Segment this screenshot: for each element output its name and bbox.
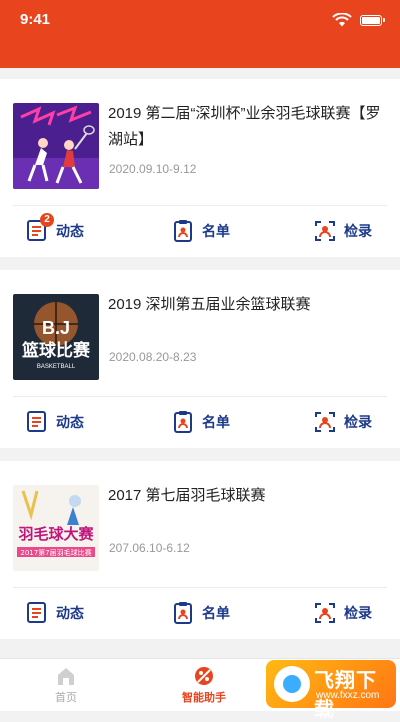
battery-icon	[360, 14, 385, 26]
tab-home-label: 首页	[55, 692, 77, 704]
home-icon	[58, 668, 74, 685]
roster-button[interactable]: 名单	[172, 219, 230, 243]
badminton-poster-icon: 羽毛球大赛 2017第7届羽毛球比赛	[13, 485, 99, 571]
feed-label: 动态	[56, 223, 84, 239]
tab-assistant-label: 智能助手	[182, 692, 226, 704]
checkin-button[interactable]: 检录	[314, 410, 372, 434]
tab-home[interactable]: 首页	[26, 665, 106, 705]
checkin-icon	[315, 603, 335, 623]
roster-label: 名单	[202, 223, 230, 239]
feed-button[interactable]: 动态	[26, 601, 84, 625]
event-card[interactable]: B.J 篮球比赛 BASKETBALL 2019 深圳第五届业余篮球联赛 202…	[0, 270, 400, 448]
roster-button[interactable]: 名单	[172, 410, 230, 434]
status-bar: 9:41	[0, 0, 400, 68]
watermark-url: www.fxxz.com	[316, 690, 380, 701]
checkin-icon	[315, 412, 335, 432]
feed-icon	[27, 602, 46, 623]
feed-button[interactable]: 2 动态	[26, 213, 84, 243]
checkin-label: 检录	[344, 605, 372, 621]
poster-text: 2017第7届羽毛球比赛	[20, 548, 91, 557]
event-actions: 动态 名单 检录	[0, 588, 400, 639]
status-time: 9:41	[20, 11, 51, 28]
roster-label: 名单	[202, 605, 230, 621]
event-card[interactable]: 羽毛球大赛 2017第7届羽毛球比赛 2017 第七届羽毛球联赛 207.06.…	[0, 461, 400, 639]
event-title[interactable]: 2019 深圳第五届业余篮球联赛	[108, 292, 388, 318]
basketball-poster-icon: B.J 篮球比赛 BASKETBALL	[13, 294, 99, 380]
feed-badge: 2	[40, 213, 54, 227]
roster-icon	[174, 602, 192, 624]
event-actions: 动态 名单 检录	[0, 397, 400, 448]
event-card[interactable]: 2019 第二届“深圳杯”业余羽毛球联赛【罗湖站】 2020.09.10-9.1…	[0, 79, 400, 257]
tab-assistant[interactable]: 智能助手	[164, 665, 244, 705]
event-title[interactable]: 2019 第二届“深圳杯”业余羽毛球联赛【罗湖站】	[108, 101, 388, 153]
roster-button[interactable]: 名单	[172, 601, 230, 625]
feed-button[interactable]: 动态	[26, 410, 84, 434]
roster-icon	[174, 411, 192, 433]
roster-icon	[174, 220, 192, 242]
event-date: 207.06.10-6.12	[109, 541, 190, 555]
badminton-poster-icon	[13, 103, 99, 189]
watermark-logo-icon	[274, 666, 310, 702]
feed-label: 动态	[56, 414, 84, 430]
feed-icon	[27, 411, 46, 432]
event-date: 2020.09.10-9.12	[109, 162, 197, 176]
watermark: 飞翔下载 www.fxxz.com	[266, 660, 396, 721]
assistant-icon	[195, 667, 213, 685]
feed-label: 动态	[56, 605, 84, 621]
status-icons	[332, 13, 385, 27]
event-actions: 2 动态 名单 检录	[0, 206, 400, 257]
event-date: 2020.08.20-8.23	[109, 350, 197, 364]
checkin-icon	[315, 221, 335, 241]
poster-text: 篮球比赛	[21, 340, 91, 361]
checkin-label: 检录	[344, 414, 372, 430]
roster-label: 名单	[202, 414, 230, 430]
wifi-icon	[332, 13, 352, 27]
poster-text: B.J	[42, 318, 70, 338]
poster-text: BASKETBALL	[37, 364, 76, 370]
event-title[interactable]: 2017 第七届羽毛球联赛	[108, 483, 388, 509]
checkin-button[interactable]: 检录	[314, 601, 372, 625]
poster-text: 羽毛球大赛	[18, 525, 94, 543]
checkin-label: 检录	[344, 223, 372, 239]
checkin-button[interactable]: 检录	[314, 219, 372, 243]
